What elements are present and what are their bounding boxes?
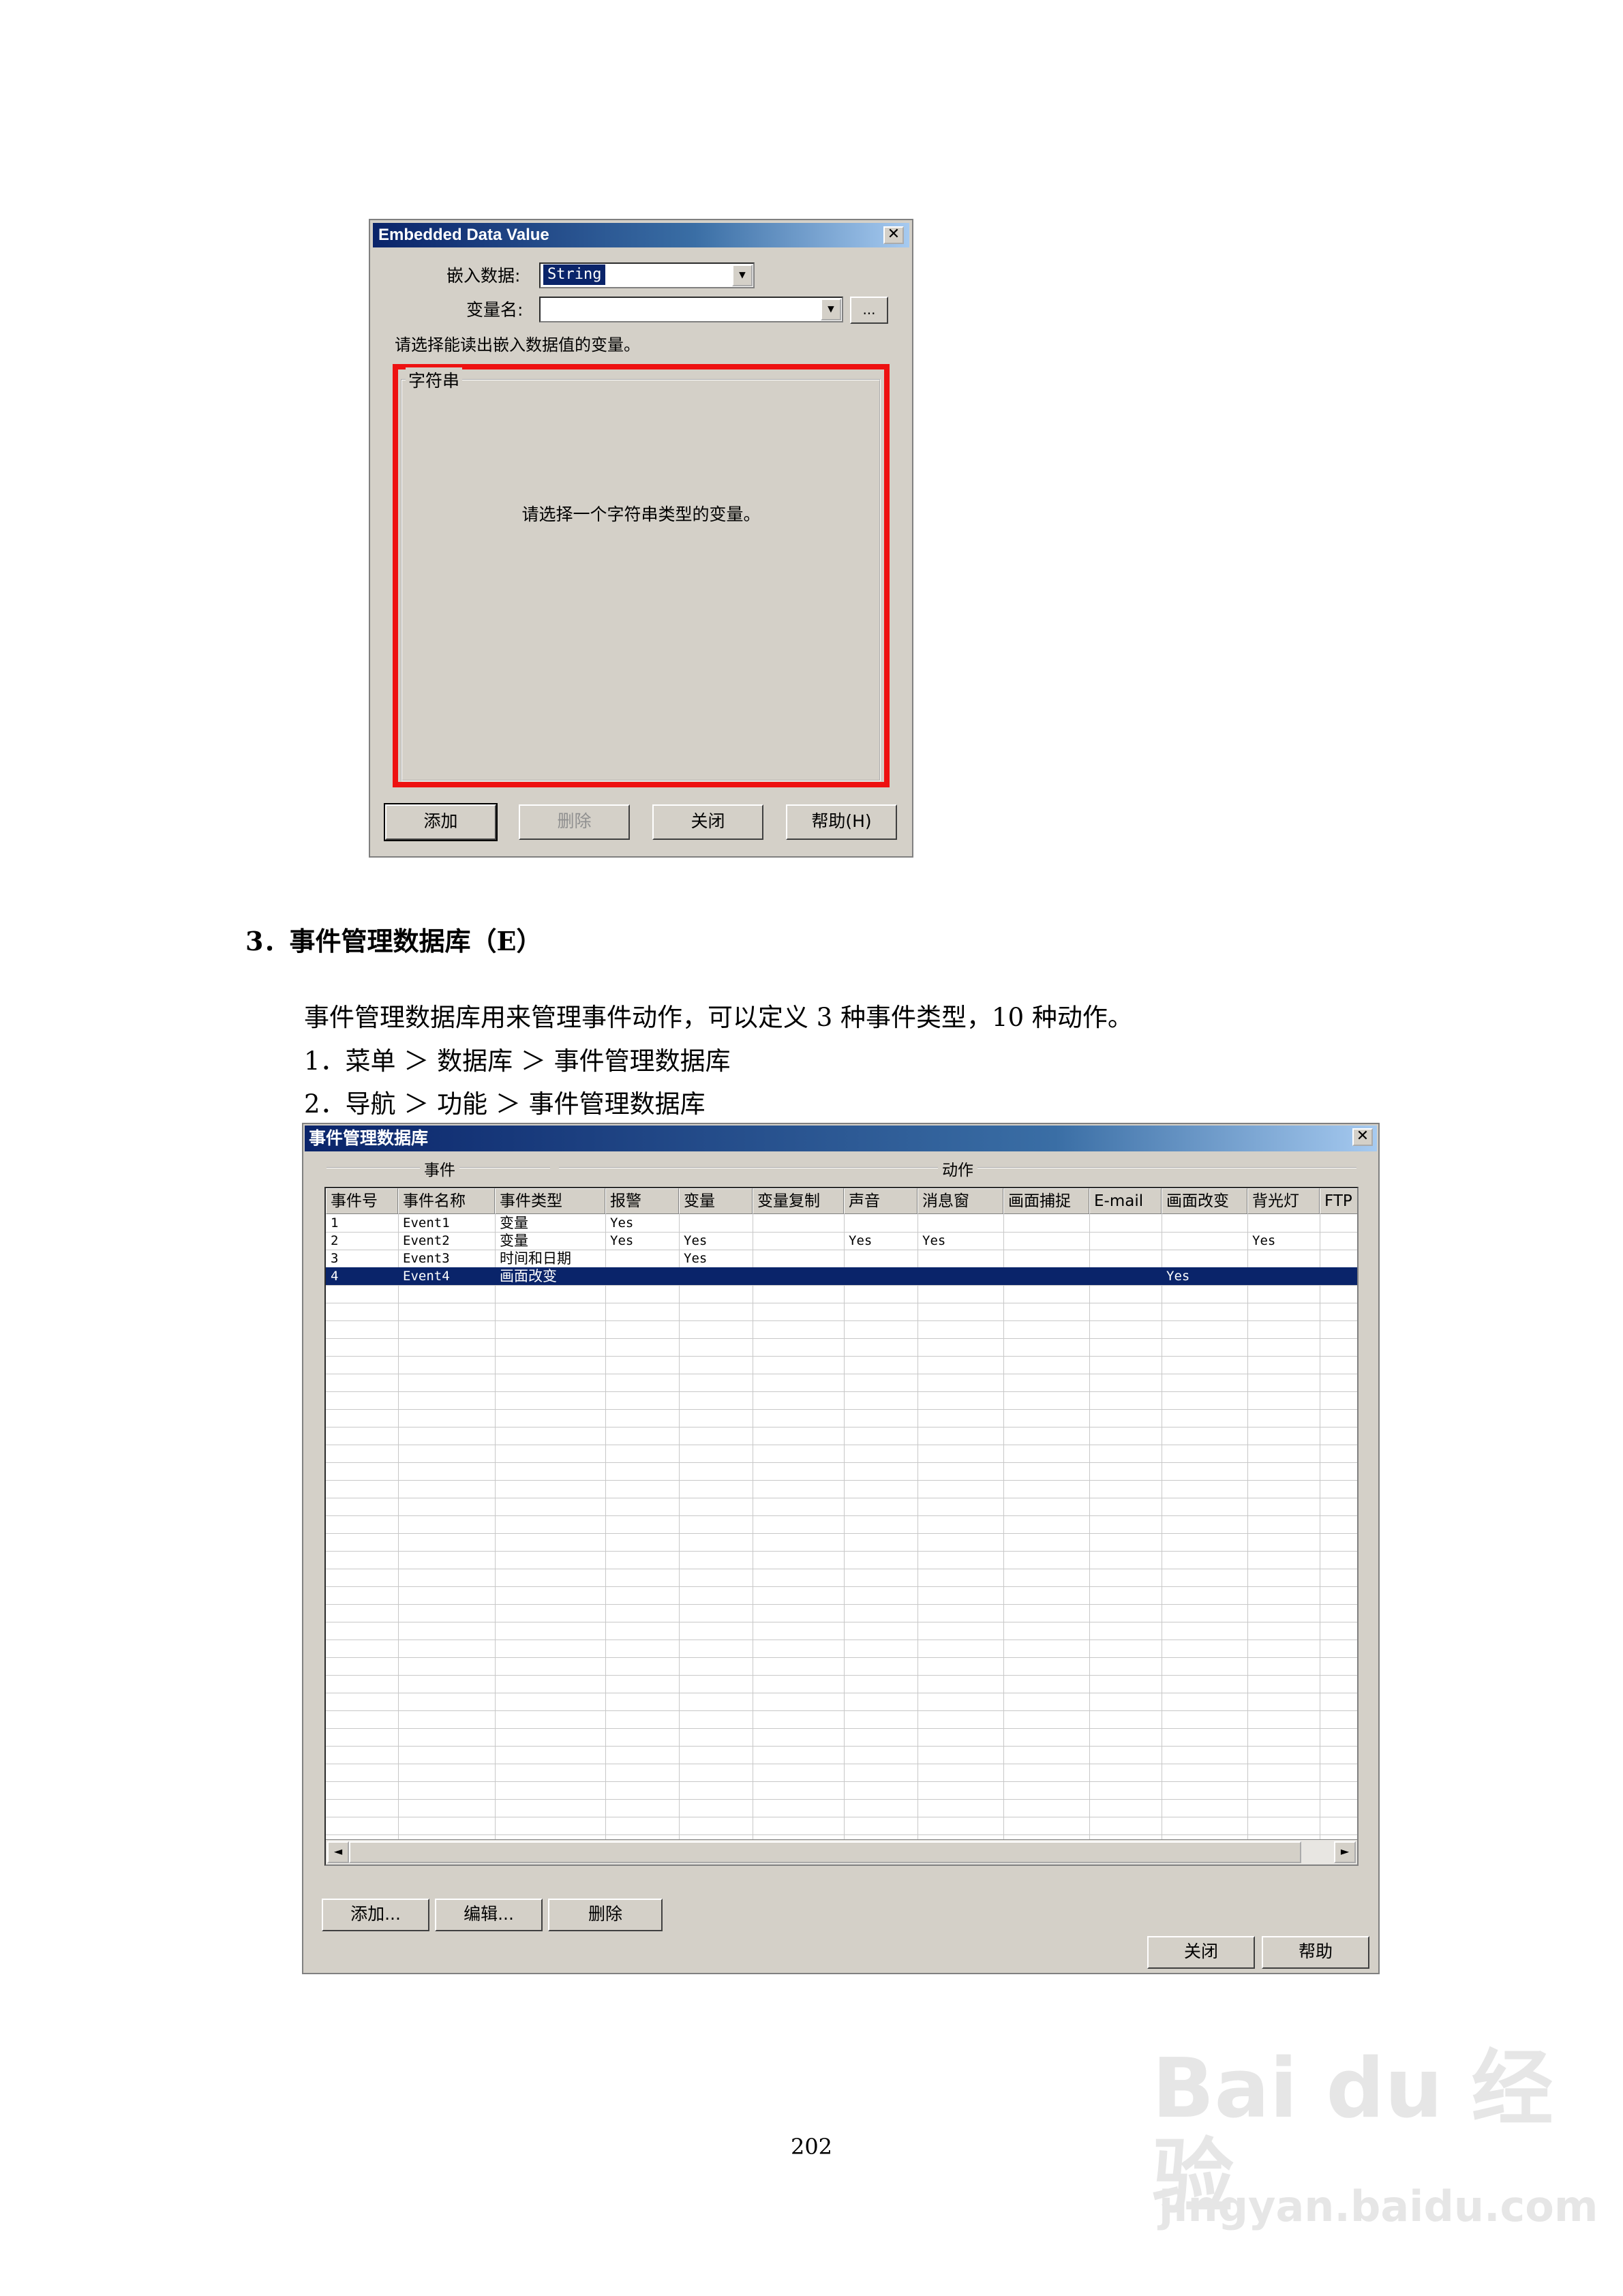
table-cell[interactable]: Yes bbox=[844, 1232, 918, 1250]
chevron-down-icon[interactable]: ▼ bbox=[732, 265, 753, 286]
table-cell[interactable]: 画面改变 bbox=[495, 1267, 606, 1285]
grid-row-line bbox=[326, 1657, 1357, 1658]
watermark-url: jingyan.baidu.com bbox=[1159, 2181, 1598, 2231]
column-header[interactable]: FTP bbox=[1320, 1188, 1357, 1214]
column-header[interactable]: 声音 bbox=[844, 1188, 917, 1214]
step-1-text: 1．菜单 ＞ 数据库 ＞ 事件管理数据库 bbox=[304, 1046, 731, 1076]
scroll-left-icon[interactable]: ◄ bbox=[327, 1841, 349, 1863]
table-cell[interactable]: Event2 bbox=[398, 1232, 496, 1250]
section-heading: 3．事件管理数据库（E） bbox=[245, 926, 543, 956]
dialog-title: Embedded Data Value bbox=[373, 223, 909, 247]
embed-data-label: 嵌入数据: bbox=[446, 266, 521, 286]
action-group-label: 动作 bbox=[938, 1157, 977, 1180]
grid-row-line bbox=[326, 1781, 1357, 1782]
grid-row-line bbox=[326, 1515, 1357, 1516]
column-header[interactable]: 背光灯 bbox=[1247, 1188, 1320, 1214]
grid-row-line bbox=[326, 1409, 1357, 1410]
scroll-right-icon[interactable]: ► bbox=[1334, 1841, 1356, 1863]
delete-button[interactable]: 删除 bbox=[548, 1899, 663, 1931]
grid-row-line bbox=[326, 1320, 1357, 1321]
string-group-title: 字符串 bbox=[406, 367, 463, 392]
add-button[interactable]: 添加 bbox=[384, 803, 498, 841]
dialog-title: 事件管理数据库 bbox=[305, 1126, 1377, 1151]
chevron-down-icon[interactable]: ▼ bbox=[821, 299, 841, 320]
column-header[interactable]: 画面捕捉 bbox=[1003, 1188, 1089, 1214]
embed-data-value: String bbox=[543, 265, 606, 285]
grid-row-line bbox=[326, 1799, 1357, 1800]
table-cell[interactable]: 变量 bbox=[495, 1232, 606, 1250]
grid-row-line bbox=[326, 1338, 1357, 1339]
scroll-thumb[interactable] bbox=[349, 1841, 1301, 1863]
column-header[interactable]: 变量复制 bbox=[753, 1188, 844, 1214]
intro-paragraph: 事件管理数据库用来管理事件动作，可以定义 3 种事件类型，10 种动作。 bbox=[304, 1003, 1133, 1032]
event-table[interactable]: 事件号 事件名称 事件类型 报警 变量 变量复制 声音 消息窗 画面捕捉 E-mail 画面改变 背光… bbox=[324, 1187, 1359, 1866]
table-cell[interactable]: Event1 bbox=[398, 1214, 496, 1232]
grid-row-line bbox=[326, 1710, 1357, 1711]
grid-row-line bbox=[326, 1746, 1357, 1747]
close-icon[interactable]: ✕ bbox=[883, 226, 904, 244]
help-button[interactable]: 帮助(H) bbox=[786, 804, 897, 840]
column-header[interactable]: 画面改变 bbox=[1162, 1188, 1247, 1214]
column-header[interactable]: 事件号 bbox=[326, 1188, 398, 1214]
column-header[interactable]: 消息窗 bbox=[917, 1188, 1003, 1214]
grid-row-line bbox=[326, 1480, 1357, 1481]
close-icon[interactable]: ✕ bbox=[1352, 1128, 1373, 1146]
grid-row-line bbox=[326, 1551, 1357, 1552]
close-button[interactable]: 关闭 bbox=[652, 804, 763, 840]
table-cell[interactable]: 1 bbox=[326, 1214, 399, 1232]
table-cell[interactable]: Yes bbox=[605, 1232, 680, 1250]
event-management-dialog: 事件管理数据库 ✕ 事件 动作 事件号 事件名称 事件类型 报警 变量 变量复制 声音 消息窗… bbox=[302, 1123, 1380, 1974]
help-button[interactable]: 帮助 bbox=[1262, 1936, 1369, 1969]
edit-button[interactable]: 编辑... bbox=[435, 1899, 543, 1931]
column-header[interactable]: 变量 bbox=[679, 1188, 753, 1214]
grid-row-line bbox=[326, 1391, 1357, 1392]
table-cell[interactable]: 3 bbox=[326, 1250, 399, 1267]
column-header[interactable]: 事件名称 bbox=[398, 1188, 495, 1214]
grid-row-line bbox=[326, 1834, 1357, 1835]
close-button[interactable]: 关闭 bbox=[1147, 1936, 1255, 1969]
table-cell[interactable]: Yes bbox=[679, 1250, 753, 1267]
table-cell[interactable]: Yes bbox=[917, 1232, 1004, 1250]
embed-data-select[interactable]: String ▼ bbox=[539, 262, 755, 288]
table-cell[interactable]: 时间和日期 bbox=[495, 1250, 606, 1267]
event-group-label: 事件 bbox=[420, 1157, 459, 1180]
table-cell[interactable]: Yes bbox=[1162, 1267, 1248, 1285]
horizontal-scrollbar[interactable]: ◄ ► bbox=[326, 1839, 1357, 1864]
table-cell[interactable]: Yes bbox=[679, 1232, 753, 1250]
grid-row-line bbox=[326, 1356, 1357, 1357]
add-button[interactable]: 添加... bbox=[322, 1899, 429, 1931]
table-cell[interactable]: 4 bbox=[326, 1267, 399, 1285]
grid-row-line bbox=[326, 1427, 1357, 1428]
column-header[interactable]: 事件类型 bbox=[495, 1188, 605, 1214]
table-cell[interactable]: Event4 bbox=[398, 1267, 496, 1285]
table-cell[interactable]: Yes bbox=[605, 1214, 680, 1232]
grid-row-line bbox=[326, 1728, 1357, 1729]
select-string-variable-message: 请选择一个字符串类型的变量。 bbox=[521, 504, 761, 524]
grid-row-line bbox=[326, 1604, 1357, 1605]
browse-button[interactable]: ... bbox=[850, 297, 888, 324]
column-header[interactable]: E-mail bbox=[1089, 1188, 1162, 1214]
embedded-data-value-dialog: Embedded Data Value ✕ 嵌入数据: String ▼ 变量名… bbox=[369, 219, 913, 858]
delete-button[interactable]: 删除 bbox=[519, 804, 630, 840]
grid-row-line bbox=[326, 1533, 1357, 1534]
table-cell[interactable]: Yes bbox=[1247, 1232, 1320, 1250]
grid-row-line bbox=[326, 1675, 1357, 1676]
grid-row-line bbox=[326, 1586, 1357, 1587]
table-cell[interactable]: 变量 bbox=[495, 1214, 606, 1232]
grid-row-line bbox=[326, 1285, 1357, 1286]
column-header[interactable]: 报警 bbox=[605, 1188, 679, 1214]
grid-row-line bbox=[326, 1462, 1357, 1463]
variable-name-label: 变量名: bbox=[466, 300, 524, 320]
hint-text: 请选择能读出嵌入数据值的变量。 bbox=[395, 335, 640, 354]
string-groupbox bbox=[401, 379, 881, 781]
table-cell[interactable]: 2 bbox=[326, 1232, 399, 1250]
step-2-text: 2．导航 ＞ 功能 ＞ 事件管理数据库 bbox=[304, 1089, 706, 1119]
variable-name-select[interactable]: ▼ bbox=[539, 297, 843, 322]
table-cell[interactable]: Event3 bbox=[398, 1250, 496, 1267]
